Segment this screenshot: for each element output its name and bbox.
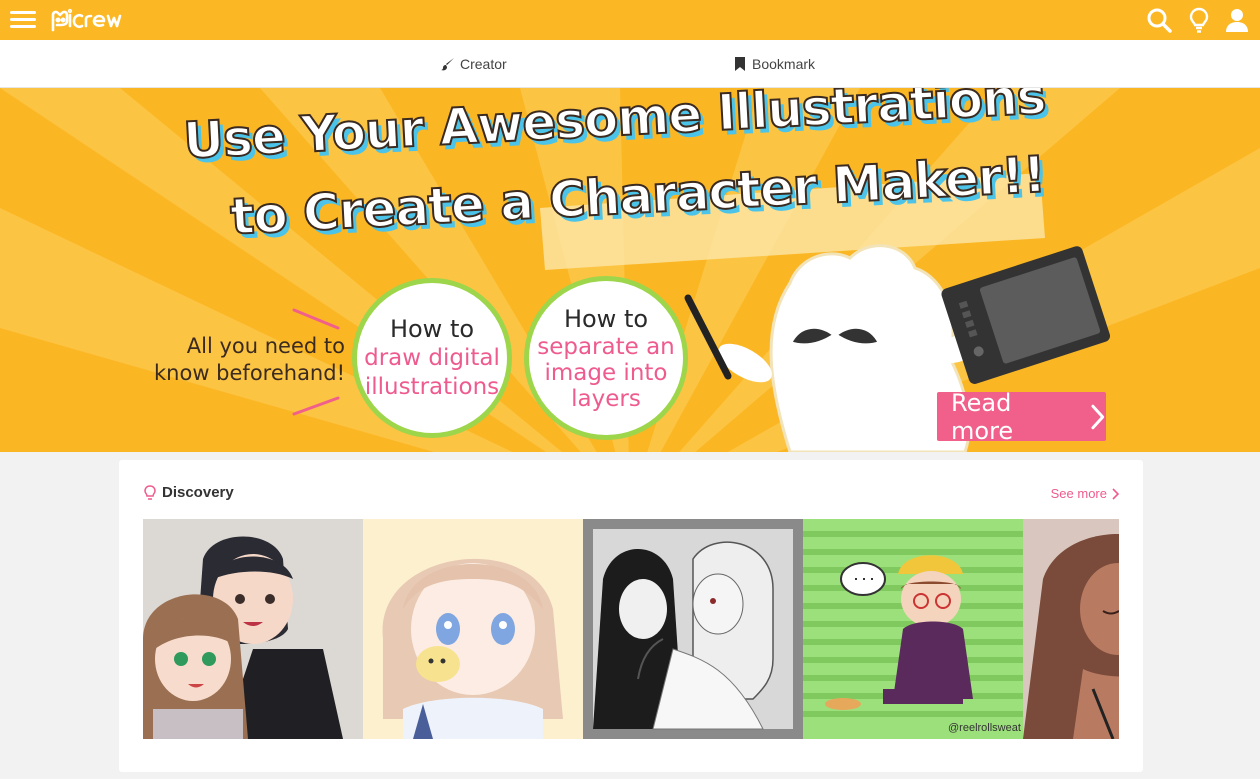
creator-tab[interactable]: Creator [441, 40, 507, 88]
how-to-draw-circle[interactable]: How to draw digital illustrations [352, 278, 512, 438]
sub-navigation: Creator Bookmark [0, 40, 1260, 88]
search-icon[interactable] [1144, 5, 1174, 35]
discovery-item-couple[interactable] [143, 519, 363, 739]
circle1-line3: illustrations [364, 373, 500, 400]
how-to-separate-circle[interactable]: How to separate an image into layers [524, 276, 688, 440]
blonde-girl-with-chick [363, 519, 583, 739]
boy-in-yellow-beanie: @reelrollsweat [803, 519, 1023, 739]
discovery-heading: Discovery [143, 484, 234, 501]
artist-watermark: @reelrollsweat [948, 722, 1021, 734]
brush-icon [441, 58, 454, 71]
discovery-title: Discovery [162, 484, 234, 501]
circle1-heading: How to [389, 314, 475, 343]
circle2-line2: separate an [537, 333, 675, 360]
couple-illustration [143, 519, 363, 739]
lightbulb-icon[interactable] [1184, 5, 1214, 35]
circle2-line4: layers [571, 385, 641, 412]
promo-banner[interactable]: Use Your Awesome Illustrations to Create… [0, 88, 1260, 452]
read-more-label: Read more [951, 388, 1014, 445]
bookmark-icon [735, 57, 745, 71]
discovery-item-monochrome[interactable] [583, 519, 803, 739]
discovery-item-beanie-boy[interactable]: @reelrollsweat [803, 519, 1023, 739]
circle2-heading: How to [563, 304, 649, 333]
user-icon[interactable] [1222, 5, 1252, 35]
long-hair-woman [1023, 519, 1119, 739]
circle2-line3: image into [544, 359, 668, 386]
see-more-label: See more [1050, 486, 1107, 501]
side-text-line1: All you need to [186, 334, 345, 358]
banner-side-text: All you need to know beforehand! [145, 333, 345, 387]
menu-icon[interactable] [10, 8, 36, 32]
circle1-line2: draw digital [364, 344, 500, 371]
discovery-section: Discovery See more @reelrollsweat [119, 460, 1143, 772]
lightbulb-icon [144, 484, 156, 500]
side-text-line2: know beforehand! [154, 361, 345, 385]
read-more-button[interactable]: Read more [937, 389, 1106, 445]
monochrome-embrace [583, 519, 803, 739]
see-more-link[interactable]: See more [1051, 486, 1119, 501]
creator-label: Creator [460, 56, 507, 72]
discovery-item-long-hair[interactable] [1023, 519, 1119, 739]
top-bar [0, 0, 1260, 40]
bookmark-tab[interactable]: Bookmark [733, 40, 815, 88]
picrew-logo[interactable] [50, 6, 130, 34]
bookmark-label: Bookmark [752, 56, 816, 72]
discovery-item-blonde-girl[interactable] [363, 519, 583, 739]
chevron-right-icon [1112, 487, 1119, 500]
chevron-right-icon [1091, 404, 1105, 429]
discovery-gallery: @reelrollsweat [143, 519, 1119, 739]
